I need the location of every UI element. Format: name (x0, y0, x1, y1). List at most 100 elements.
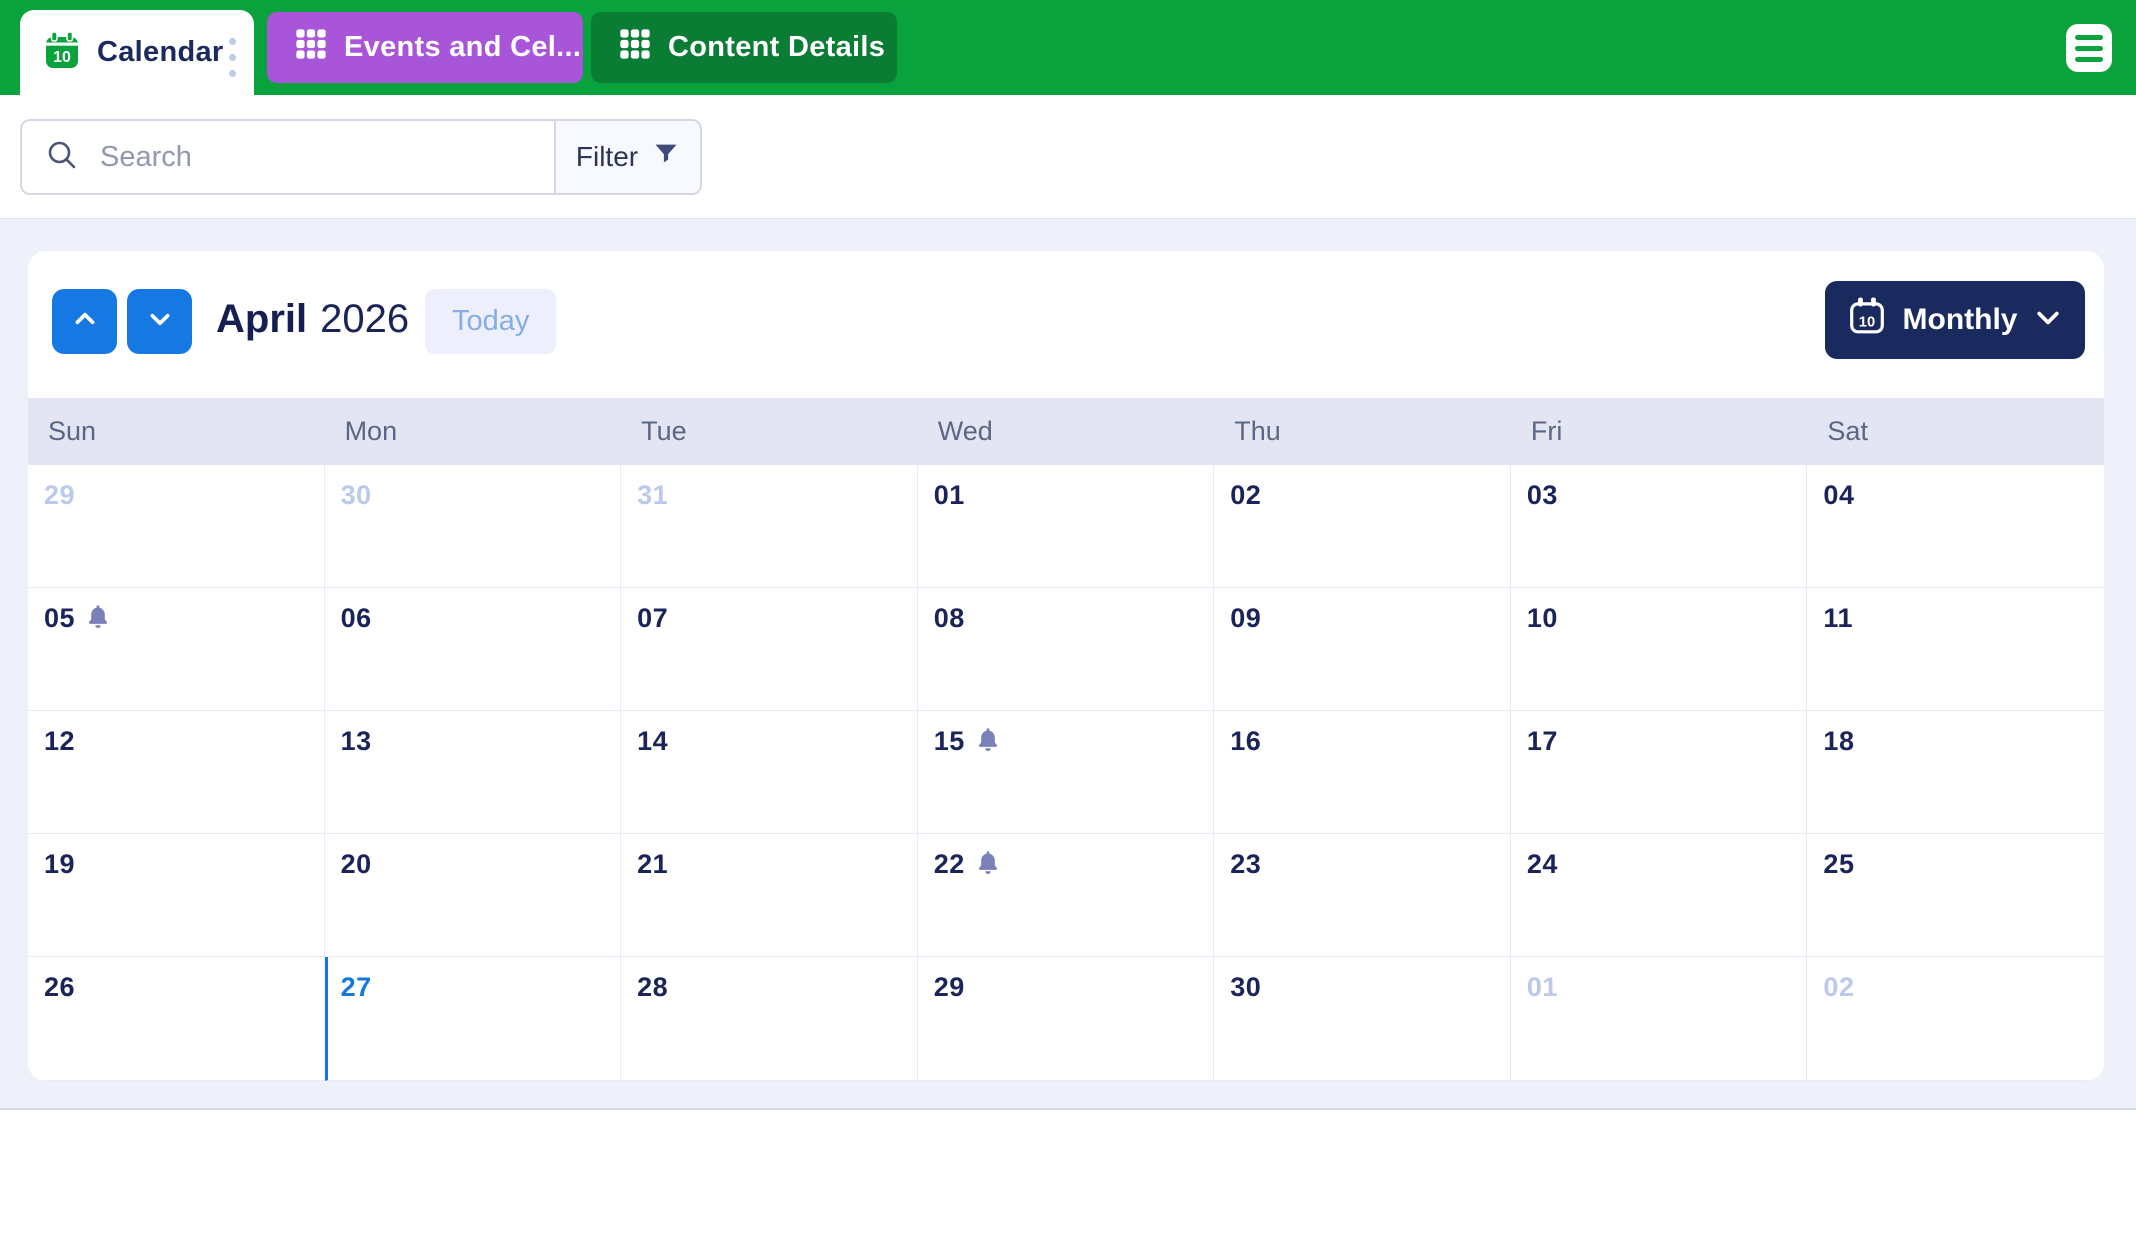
day-number: 29 (934, 972, 965, 1003)
calendar-day-cell-today[interactable]: 27 (325, 957, 622, 1081)
bell-icon (976, 850, 1000, 876)
day-number: 07 (637, 603, 668, 634)
calendar-day-cell[interactable]: 04 (1807, 465, 2104, 588)
calendar-day-cell[interactable]: 26 (28, 957, 325, 1081)
search-box[interactable] (22, 121, 554, 193)
calendar-icon: 10 (1848, 297, 1886, 343)
grid-icon (295, 28, 327, 68)
calendar-day-cell[interactable]: 12 (28, 711, 325, 834)
calendar-day-cell[interactable]: 13 (325, 711, 622, 834)
calendar-day-cell[interactable]: 01 (918, 465, 1215, 588)
search-input[interactable] (100, 141, 554, 174)
calendar-panel: April 2026 Today 10 Monthly (0, 218, 2136, 1110)
search-icon (46, 139, 78, 176)
day-number: 27 (341, 972, 372, 1003)
tab-events-label: Events and Cel... (344, 31, 581, 64)
tab-events-and-celebrations[interactable]: Events and Cel... (267, 12, 583, 83)
calendar-grid: 2930310102030405060708091011121314151617… (28, 465, 2104, 1081)
calendar-day-cell[interactable]: 16 (1214, 711, 1511, 834)
today-label: Today (452, 305, 529, 338)
view-selector-monthly[interactable]: 10 Monthly (1825, 281, 2085, 359)
calendar-day-cell[interactable]: 23 (1214, 834, 1511, 957)
day-number: 22 (934, 849, 965, 880)
kebab-menu-icon[interactable] (229, 38, 236, 77)
calendar-day-cell[interactable]: 01 (1511, 957, 1808, 1081)
calendar-day-cell[interactable]: 08 (918, 588, 1215, 711)
day-number: 30 (341, 480, 372, 511)
weekday-label: Mon (325, 416, 622, 447)
calendar-day-cell[interactable]: 17 (1511, 711, 1808, 834)
calendar-day-cell[interactable]: 29 (918, 957, 1215, 1081)
next-month-button[interactable] (127, 289, 192, 354)
calendar-day-cell[interactable]: 05 (28, 588, 325, 711)
day-number: 15 (934, 726, 965, 757)
calendar-day-cell[interactable]: 31 (621, 465, 918, 588)
filter-button[interactable]: Filter (554, 121, 700, 193)
day-number: 05 (44, 603, 75, 634)
calendar-day-cell[interactable]: 30 (325, 465, 622, 588)
hamburger-menu-icon[interactable] (2066, 24, 2112, 72)
calendar-day-cell[interactable]: 02 (1807, 957, 2104, 1081)
calendar-day-cell[interactable]: 03 (1511, 465, 1808, 588)
calendar-day-cell[interactable]: 15 (918, 711, 1215, 834)
day-number: 13 (341, 726, 372, 757)
weekday-label: Tue (621, 416, 918, 447)
filter-label: Filter (576, 141, 638, 173)
day-number: 18 (1823, 726, 1854, 757)
day-number: 04 (1823, 480, 1854, 511)
calendar-day-cell[interactable]: 29 (28, 465, 325, 588)
calendar-header: April 2026 Today 10 Monthly (28, 251, 2104, 398)
day-number: 28 (637, 972, 668, 1003)
calendar-day-cell[interactable]: 10 (1511, 588, 1808, 711)
calendar-day-cell[interactable]: 20 (325, 834, 622, 957)
chevron-down-icon (2034, 303, 2062, 337)
view-label: Monthly (1903, 303, 2018, 337)
weekday-label: Wed (918, 416, 1215, 447)
day-number: 19 (44, 849, 75, 880)
today-button[interactable]: Today (425, 289, 556, 354)
month-name: April (216, 297, 307, 342)
day-number: 31 (637, 480, 668, 511)
weekday-label: Fri (1511, 416, 1808, 447)
tab-content-details[interactable]: Content Details (591, 12, 897, 83)
search-row: Filter (0, 95, 2136, 218)
calendar-day-cell[interactable]: 22 (918, 834, 1215, 957)
day-number: 23 (1230, 849, 1261, 880)
calendar-day-cell[interactable]: 09 (1214, 588, 1511, 711)
grid-icon (619, 28, 651, 68)
calendar-icon: 10 (45, 32, 79, 74)
calendar-day-cell[interactable]: 21 (621, 834, 918, 957)
day-number: 29 (44, 480, 75, 511)
funnel-icon (652, 140, 680, 175)
calendar-day-cell[interactable]: 18 (1807, 711, 2104, 834)
calendar-day-cell[interactable]: 28 (621, 957, 918, 1081)
calendar-day-cell[interactable]: 07 (621, 588, 918, 711)
calendar-day-cell[interactable]: 11 (1807, 588, 2104, 711)
day-number: 11 (1823, 603, 1853, 634)
calendar-day-cell[interactable]: 19 (28, 834, 325, 957)
calendar-day-cell[interactable]: 06 (325, 588, 622, 711)
calendar-day-cell[interactable]: 24 (1511, 834, 1808, 957)
bell-icon (976, 727, 1000, 753)
month-title: April 2026 (216, 297, 409, 342)
calendar-day-cell[interactable]: 30 (1214, 957, 1511, 1081)
tab-content-label: Content Details (668, 31, 885, 64)
day-number: 25 (1823, 849, 1854, 880)
day-number: 30 (1230, 972, 1261, 1003)
day-number: 24 (1527, 849, 1558, 880)
day-number: 01 (934, 480, 965, 511)
day-number: 08 (934, 603, 965, 634)
day-number: 14 (637, 726, 668, 757)
tab-calendar[interactable]: 10 Calendar (20, 10, 254, 95)
calendar-day-cell[interactable]: 14 (621, 711, 918, 834)
bell-icon (86, 604, 110, 630)
tab-calendar-label: Calendar (97, 36, 224, 69)
previous-month-button[interactable] (52, 289, 117, 354)
day-number: 17 (1527, 726, 1558, 757)
day-number: 16 (1230, 726, 1261, 757)
day-number: 01 (1527, 972, 1558, 1003)
day-number: 26 (44, 972, 75, 1003)
calendar-day-cell[interactable]: 02 (1214, 465, 1511, 588)
calendar-day-cell[interactable]: 25 (1807, 834, 2104, 957)
day-number: 02 (1823, 972, 1854, 1003)
